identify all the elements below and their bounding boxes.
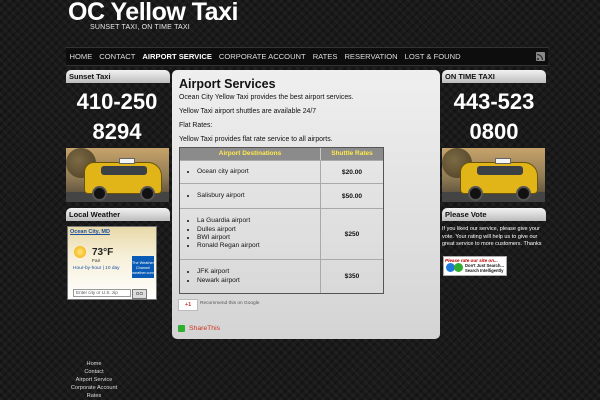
destination-item: Dulles airport (197, 226, 320, 234)
sharethis-link[interactable]: ShareThis (189, 325, 220, 332)
weather-temperature: 73°F (92, 247, 114, 258)
ontime-phone-line1: 443-523 (453, 89, 535, 114)
destination-item: JFK airport (197, 268, 320, 276)
weather-channel-logo[interactable]: The Weather Channel weather.com (132, 256, 154, 278)
sunset-phone-line2: 8294 (92, 119, 142, 144)
flat-rates-label: Flat Rates: (179, 122, 213, 129)
weather-zip-input[interactable]: Enter city or U.S. zip (73, 289, 131, 297)
table-row: Salisbury airport $50.00 (180, 183, 383, 208)
site-tagline: SUNSET TAXI, ON TIME TAXI (90, 24, 190, 31)
footer-nav: Home Contact Airport Service Corporate A… (60, 360, 128, 400)
weather-go-button[interactable]: GO (132, 289, 147, 299)
ontime-phone-line2: 0800 (469, 119, 519, 144)
rate-cell: $50.00 (341, 192, 363, 200)
nav-rates[interactable]: RATES (309, 48, 341, 65)
taxi-photo (66, 148, 169, 202)
vote-badge[interactable]: Please rate our site on... Don't Just Se… (443, 256, 507, 276)
rss-icon[interactable] (536, 52, 545, 61)
site-title[interactable]: OC Yellow Taxi (68, 0, 238, 27)
airport-rates-table: Airport Destinations Shuttle Rates Ocean… (179, 147, 384, 294)
table-row: La Guardia airport Dulles airport BWI ai… (180, 208, 383, 259)
weather-widget: Ocean City, MD 73°F Fair Hour-by-hour | … (67, 226, 157, 300)
page-title: Airport Services (179, 77, 276, 91)
nav-contact[interactable]: CONTACT (96, 48, 139, 65)
rate-cell: $350 (344, 273, 360, 280)
main-content: Airport Services Ocean City Yellow Taxi … (172, 70, 440, 339)
destination-item: Newark airport (197, 277, 320, 285)
nav-home[interactable]: HOME (66, 48, 96, 65)
sunset-taxi-title: Sunset Taxi (66, 70, 170, 83)
weather-city-link[interactable]: Ocean City, MD (70, 229, 110, 235)
intro-paragraph: Ocean City Yellow Taxi provides the best… (179, 94, 354, 101)
local-weather-title: Local Weather (66, 208, 170, 221)
sun-icon (74, 246, 86, 258)
table-header-rates: Shuttle Rates (321, 148, 383, 160)
footer-link-contact[interactable]: Contact (60, 368, 128, 376)
weather-condition: Fair (92, 259, 101, 264)
rate-cell: $20.00 (341, 168, 363, 176)
destination-item: BWI airport (197, 234, 320, 242)
weather-forecast-links[interactable]: Hour-by-hour | 10 day (73, 266, 120, 271)
destination-item: La Guardia airport (197, 217, 320, 225)
nav-lost-found[interactable]: LOST & FOUND (401, 48, 464, 65)
nav-reservation[interactable]: RESERVATION (341, 48, 401, 65)
footer-link-corporate-account[interactable]: Corporate Account (60, 384, 128, 392)
recommend-google-text: Recommend this on Google (200, 301, 260, 306)
nav-corporate-account[interactable]: CORPORATE ACCOUNT (215, 48, 309, 65)
table-header-destinations: Airport Destinations (180, 148, 321, 160)
nav-airport-service[interactable]: AIRPORT SERVICE (139, 48, 215, 65)
please-vote-title: Please Vote (442, 208, 546, 221)
destination-item: Ronald Regan airport (197, 242, 320, 250)
sunset-phone-line1: 410-250 (76, 89, 158, 114)
flat-rates-paragraph: Yellow Taxi provides flat rate service t… (179, 136, 333, 143)
destination-item: Ocean city airport (197, 168, 320, 176)
footer-link-airport-service[interactable]: Airport Service (60, 376, 128, 384)
footer-link-rates[interactable]: Rates (60, 392, 128, 400)
table-row: Ocean city airport $20.00 (180, 160, 383, 183)
taxi-photo (442, 148, 545, 202)
vote-badge-slogan: Don't Just Search... Search Intelligentl… (465, 263, 504, 273)
table-row: JFK airport Newark airport $350 (180, 259, 383, 293)
google-plusone-button[interactable]: +1 (178, 299, 198, 311)
main-nav: HOME CONTACT AIRPORT SERVICE CORPORATE A… (66, 47, 548, 66)
footer-link-home[interactable]: Home (60, 360, 128, 368)
vote-text: If you liked our service, please give yo… (442, 226, 542, 248)
rate-cell: $250 (344, 230, 360, 238)
on-time-taxi-title: ON TIME TAXI (442, 70, 546, 83)
destination-item: Salisbury airport (197, 192, 320, 200)
availability-paragraph: Yellow Taxi airport shuttles are availab… (179, 108, 317, 115)
badge-logo-icon (454, 263, 463, 272)
share-icon[interactable] (178, 325, 185, 332)
